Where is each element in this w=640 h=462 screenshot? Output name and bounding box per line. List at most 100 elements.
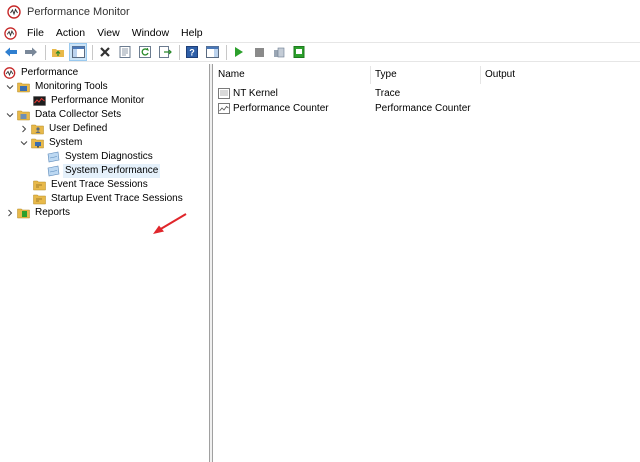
system-folder-icon [31, 138, 44, 149]
row-name: Performance Counter [233, 103, 329, 114]
menu-view[interactable]: View [91, 24, 126, 42]
tree-label: System Performance [63, 164, 161, 178]
tree-node-performance[interactable]: Performance [3, 66, 80, 80]
show-hide-console-tree-button[interactable] [69, 43, 87, 61]
toolbar: ? [0, 42, 640, 62]
refresh-button[interactable] [136, 43, 154, 61]
svg-text:?: ? [189, 48, 195, 58]
tree-label: Performance Monitor [51, 95, 145, 106]
startup-event-trace-sessions-folder-icon [33, 194, 46, 205]
performance-monitor-icon [7, 5, 21, 19]
column-header-output[interactable]: Output [481, 66, 640, 84]
show-hide-action-pane-icon [205, 46, 219, 58]
tree-label: Data Collector Sets [35, 109, 122, 120]
show-hide-action-pane-button[interactable] [203, 43, 221, 61]
pane-splitter[interactable] [210, 64, 213, 462]
tree-label: System [49, 137, 83, 148]
performance-chart-icon [33, 96, 46, 106]
folder-up-icon [52, 49, 64, 57]
row-type: Trace [375, 88, 401, 99]
expanded-chevron-icon[interactable] [19, 139, 28, 148]
collapsed-chevron-icon[interactable] [5, 209, 14, 218]
stop-icon [254, 47, 264, 57]
tree-node-data-collector-sets[interactable]: Data Collector Sets [5, 108, 123, 122]
up-one-level-button[interactable] [49, 43, 67, 61]
tree-node-event-trace-sessions[interactable]: Event Trace Sessions [33, 178, 150, 192]
performance-counter-icon [218, 103, 230, 114]
new-collector-set-icon [273, 47, 284, 58]
tree-label: Monitoring Tools [35, 81, 108, 92]
row-name: NT Kernel [233, 88, 278, 99]
tree-node-system[interactable]: System [19, 136, 84, 150]
list-row-nt-kernel[interactable]: NT Kernel Trace [214, 86, 640, 101]
export-list-button[interactable] [156, 43, 174, 61]
reports-folder-icon [17, 208, 30, 219]
help-icon: ? [186, 46, 198, 58]
stop-button[interactable] [250, 43, 268, 61]
menu-action[interactable]: Action [50, 24, 91, 42]
menu-help[interactable]: Help [175, 24, 209, 42]
menu-bar: File Action View Window Help [0, 24, 640, 42]
tree-node-performance-monitor[interactable]: Performance Monitor [33, 94, 146, 108]
toolbar-separator [226, 44, 227, 60]
tree-node-startup-event-trace-sessions[interactable]: Startup Event Trace Sessions [33, 192, 185, 206]
system-performance-icon [47, 165, 60, 177]
monitoring-tools-folder-icon [17, 82, 30, 93]
details-list[interactable]: Name Type Output NT Kernel Trace Perform… [214, 64, 640, 462]
properties-icon [119, 46, 131, 58]
system-diagnostics-icon [47, 151, 60, 163]
window-title: Performance Monitor [27, 6, 130, 18]
tree-node-system-performance[interactable]: System Performance [47, 164, 161, 178]
latest-report-button[interactable] [290, 43, 308, 61]
tree-label: User Defined [49, 123, 108, 134]
list-header: Name Type Output [214, 66, 640, 84]
annotation-arrow-icon [153, 213, 187, 234]
start-button[interactable] [230, 43, 248, 61]
console-tree[interactable]: Performance Monitoring Tools Performance… [0, 64, 210, 462]
event-trace-sessions-folder-icon [33, 180, 46, 191]
tree-node-reports[interactable]: Reports [5, 206, 72, 220]
toolbar-separator [45, 44, 46, 60]
new-collector-set-button[interactable] [270, 43, 288, 61]
column-header-type[interactable]: Type [371, 66, 481, 84]
expanded-chevron-icon[interactable] [5, 83, 14, 92]
delete-icon [100, 47, 110, 57]
name-cell: NT Kernel [214, 88, 371, 99]
tree-node-user-defined[interactable]: User Defined [19, 122, 109, 136]
export-list-icon [158, 46, 172, 58]
collapsed-chevron-icon[interactable] [19, 125, 28, 134]
tree-label: Startup Event Trace Sessions [51, 193, 183, 204]
tree-label: Event Trace Sessions [51, 179, 148, 190]
back-arrow-icon [5, 47, 17, 57]
help-button[interactable]: ? [183, 43, 201, 61]
tree-node-monitoring-tools[interactable]: Monitoring Tools [5, 80, 110, 94]
system-menu-icon[interactable] [4, 26, 17, 40]
user-defined-folder-icon [31, 124, 44, 135]
toolbar-separator [179, 44, 180, 60]
toolbar-separator [92, 44, 93, 60]
tree-label: Performance [21, 67, 79, 78]
column-header-name[interactable]: Name [214, 66, 371, 84]
trace-provider-icon [218, 88, 230, 99]
refresh-icon [139, 46, 151, 58]
performance-monitor-icon [3, 67, 16, 79]
forward-button[interactable] [22, 43, 40, 61]
menu-window[interactable]: Window [126, 24, 175, 42]
menu-file[interactable]: File [21, 24, 50, 42]
data-collector-sets-folder-icon [17, 110, 30, 121]
expanded-chevron-icon[interactable] [5, 111, 14, 120]
forward-arrow-icon [25, 47, 37, 57]
start-icon [235, 47, 243, 57]
latest-report-icon [293, 46, 305, 58]
tree-label: System Diagnostics [65, 151, 153, 162]
row-type: Performance Counter [375, 103, 471, 114]
delete-button[interactable] [96, 43, 114, 61]
tree-label: Reports [35, 207, 71, 218]
name-cell: Performance Counter [214, 103, 371, 114]
title-bar: Performance Monitor [0, 0, 640, 24]
properties-button[interactable] [116, 43, 134, 61]
back-button[interactable] [2, 43, 20, 61]
list-row-performance-counter[interactable]: Performance Counter Performance Counter [214, 101, 640, 116]
show-hide-tree-icon [71, 46, 85, 58]
tree-node-system-diagnostics[interactable]: System Diagnostics [47, 150, 155, 164]
